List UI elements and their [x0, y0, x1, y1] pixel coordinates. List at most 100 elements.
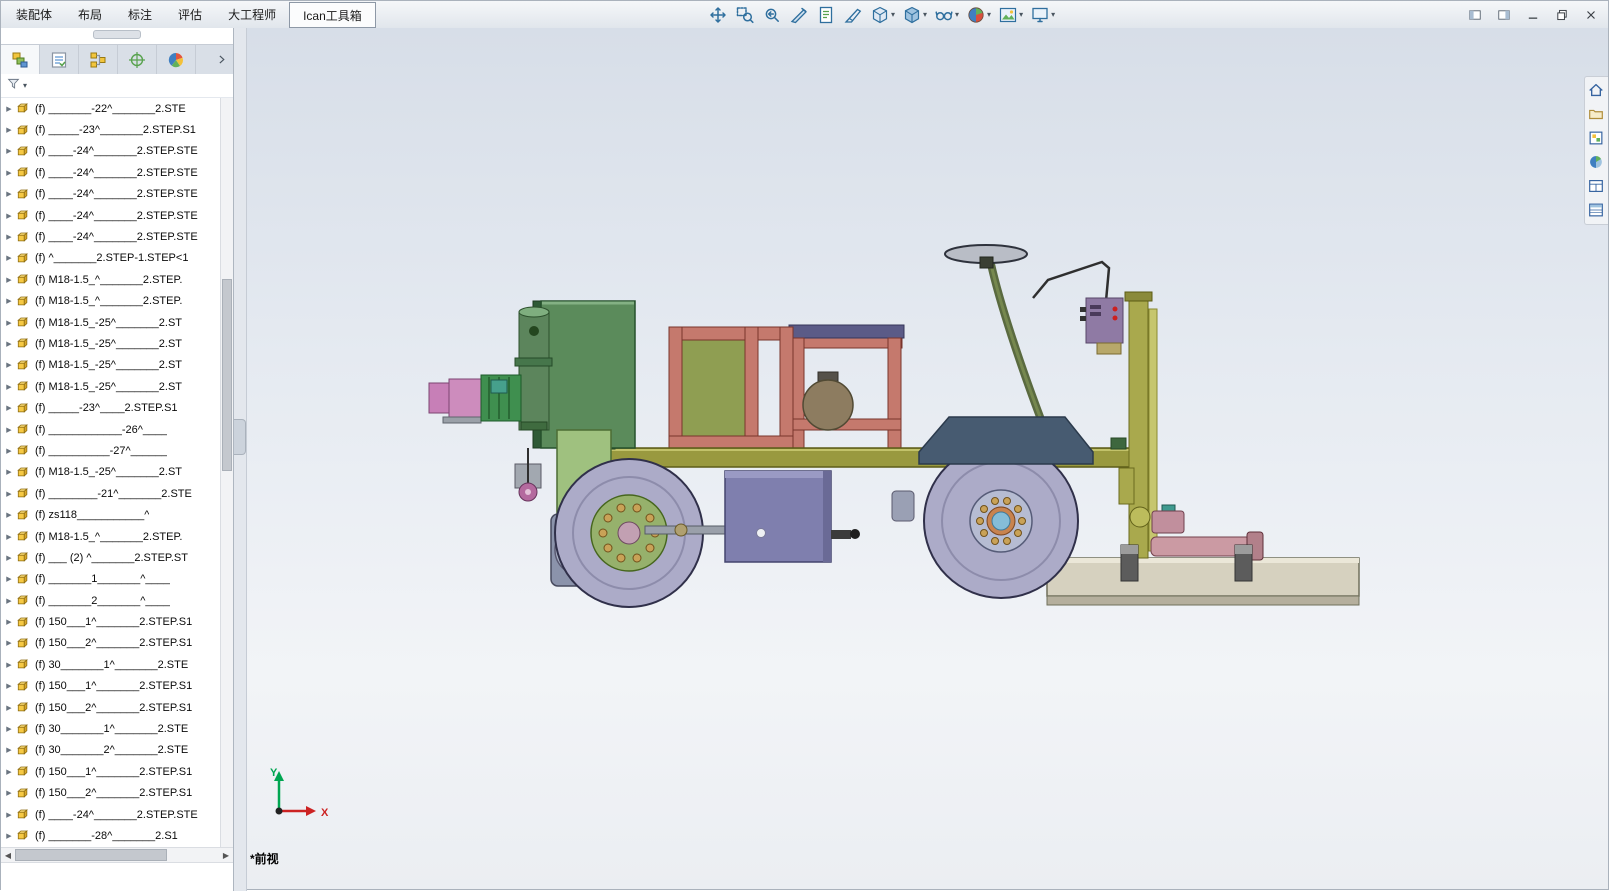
view-palette-icon[interactable]: [1587, 177, 1606, 196]
expand-chevron-icon[interactable]: ▶: [2, 190, 16, 198]
menu-tab-3[interactable]: 标注: [115, 1, 165, 28]
restore-button[interactable]: [1553, 6, 1571, 24]
model-purple-box[interactable]: [724, 470, 860, 563]
custom-properties-icon[interactable]: [1587, 201, 1606, 220]
menu-tab-4[interactable]: 评估: [165, 1, 215, 28]
display-style-icon[interactable]: ▾: [901, 4, 928, 26]
close-button[interactable]: [1582, 6, 1600, 24]
expand-chevron-icon[interactable]: ▶: [2, 768, 16, 776]
tree-vertical-scrollbar[interactable]: [220, 98, 233, 849]
tree-item[interactable]: ▶ (f) M18-1.5_-25^_______2.ST: [2, 376, 220, 397]
panel-tab-propertymanager[interactable]: [40, 45, 79, 74]
tree-item[interactable]: ▶ (f) M18-1.5_^_______2.STEP.: [2, 291, 220, 312]
expand-chevron-icon[interactable]: ▶: [2, 276, 16, 284]
scroll-left-arrow[interactable]: ◀: [1, 851, 15, 860]
menu-tab-1[interactable]: 装配体: [3, 1, 65, 28]
model-screed-board[interactable]: [1046, 557, 1360, 606]
assembly-model[interactable]: Y X: [247, 28, 1608, 889]
expand-chevron-icon[interactable]: ▶: [2, 426, 16, 434]
tree-item[interactable]: ▶ (f) ____-24^_______2.STEP.STE: [2, 141, 220, 162]
panel-expand-icon[interactable]: [209, 45, 233, 74]
dropdown-caret-icon[interactable]: ▾: [987, 10, 991, 19]
model-fender[interactable]: [918, 416, 1094, 465]
tree-item[interactable]: ▶ (f) M18-1.5_^_______2.STEP.: [2, 526, 220, 547]
section-view-icon[interactable]: [788, 4, 810, 26]
dropdown-caret-icon[interactable]: ▾: [1051, 10, 1055, 19]
tree-item[interactable]: ▶ (f) ____-24^_______2.STEP.STE: [2, 184, 220, 205]
hide-show-items-icon[interactable]: ▾: [933, 4, 960, 26]
model-gear-unit[interactable]: [480, 374, 522, 422]
panel-tab-dimxpertmanager[interactable]: [118, 45, 157, 74]
expand-chevron-icon[interactable]: ▶: [2, 212, 16, 220]
model-frame-left[interactable]: [668, 326, 794, 450]
tree-item[interactable]: ▶ (f) ___ (2) ^_______2.STEP.ST: [2, 547, 220, 568]
tree-item[interactable]: ▶ (f) 150___1^_______2.STEP.S1: [2, 611, 220, 632]
expand-chevron-icon[interactable]: ▶: [2, 340, 16, 348]
dropdown-caret-icon[interactable]: ▾: [923, 10, 927, 19]
dropdown-caret-icon[interactable]: ▾: [891, 10, 895, 19]
tree-item[interactable]: ▶ (f) ________-21^_______2.STE: [2, 483, 220, 504]
dropdown-caret-icon[interactable]: ▾: [1019, 10, 1023, 19]
expand-chevron-icon[interactable]: ▶: [2, 404, 16, 412]
annotations-icon[interactable]: [815, 4, 837, 26]
expand-chevron-icon[interactable]: ▶: [2, 725, 16, 733]
tree-item[interactable]: ▶ (f) _____-23^____2.STEP.S1: [2, 397, 220, 418]
trim-icon[interactable]: [842, 4, 864, 26]
expand-chevron-icon[interactable]: ▶: [2, 746, 16, 754]
expand-chevron-icon[interactable]: ▶: [2, 319, 16, 327]
expand-chevron-icon[interactable]: ▶: [2, 169, 16, 177]
splitter-handle[interactable]: [234, 419, 246, 455]
expand-chevron-icon[interactable]: ▶: [2, 789, 16, 797]
model-clamp-right[interactable]: [1234, 544, 1253, 582]
tree-item[interactable]: ▶ (f) 30_______1^_______2.STE: [2, 718, 220, 739]
expand-chevron-icon[interactable]: ▶: [2, 105, 16, 113]
graphics-viewport[interactable]: Y X *前视: [247, 28, 1608, 889]
expand-chevron-icon[interactable]: ▶: [2, 447, 16, 455]
model-clamp-left[interactable]: [1120, 544, 1139, 582]
tree-item[interactable]: ▶ (f) ____-24^_______2.STEP.STE: [2, 205, 220, 226]
panel-tab-displaymanager[interactable]: [157, 45, 196, 74]
panel-tab-featuremanager[interactable]: [1, 45, 40, 74]
expand-chevron-icon[interactable]: ▶: [2, 383, 16, 391]
pane-left-button[interactable]: [1466, 6, 1484, 24]
vertical-scroll-thumb[interactable]: [222, 279, 232, 471]
tree-horizontal-scrollbar[interactable]: ◀ ▶: [1, 847, 233, 863]
expand-chevron-icon[interactable]: ▶: [2, 575, 16, 583]
model-frame-right[interactable]: [788, 324, 905, 450]
dropdown-caret-icon[interactable]: ▾: [955, 10, 959, 19]
menu-tab-2[interactable]: 布局: [65, 1, 115, 28]
tree-item[interactable]: ▶ (f) 150___1^_______2.STEP.S1: [2, 676, 220, 697]
tree-item[interactable]: ▶ (f) ^_______2.STEP-1.STEP<1: [2, 248, 220, 269]
tree-item[interactable]: ▶ (f) _______2_______^____: [2, 590, 220, 611]
panel-splitter[interactable]: [234, 28, 247, 891]
expand-chevron-icon[interactable]: ▶: [2, 233, 16, 241]
tree-item[interactable]: ▶ (f) _______-28^_______2.S1: [2, 825, 220, 846]
expand-chevron-icon[interactable]: ▶: [2, 811, 16, 819]
expand-chevron-icon[interactable]: ▶: [2, 490, 16, 498]
expand-chevron-icon[interactable]: ▶: [2, 597, 16, 605]
tree-item[interactable]: ▶ (f) M18-1.5_-25^_______2.ST: [2, 312, 220, 333]
apply-scene-icon[interactable]: ▾: [997, 4, 1024, 26]
expand-chevron-icon[interactable]: ▶: [2, 554, 16, 562]
zoom-to-fit-icon[interactable]: [707, 4, 729, 26]
expand-chevron-icon[interactable]: ▶: [2, 533, 16, 541]
tree-item[interactable]: ▶ (f) 150___1^_______2.STEP.S1: [2, 761, 220, 782]
tree-item[interactable]: ▶ (f) 150___2^_______2.STEP.S1: [2, 633, 220, 654]
tree-item[interactable]: ▶ (f) __________-27^______: [2, 440, 220, 461]
view-orientation-icon[interactable]: ▾: [869, 4, 896, 26]
edit-appearance-icon[interactable]: ▾: [965, 4, 992, 26]
tree-item[interactable]: ▶ (f) M18-1.5_-25^_______2.ST: [2, 333, 220, 354]
tree-item[interactable]: ▶ (f) 150___2^_______2.STEP.S1: [2, 783, 220, 804]
tree-item[interactable]: ▶ (f) ____-24^_______2.STEP.STE: [2, 162, 220, 183]
model-rear-cylinder[interactable]: [891, 490, 915, 522]
model-pulley[interactable]: [514, 448, 542, 502]
expand-chevron-icon[interactable]: ▶: [2, 639, 16, 647]
previous-view-icon[interactable]: [761, 4, 783, 26]
expand-chevron-icon[interactable]: ▶: [2, 361, 16, 369]
expand-chevron-icon[interactable]: ▶: [2, 254, 16, 262]
tree-item[interactable]: ▶ (f) M18-1.5_-25^_______2.ST: [2, 462, 220, 483]
filter-icon[interactable]: [6, 76, 21, 96]
expand-chevron-icon[interactable]: ▶: [2, 511, 16, 519]
tree-item[interactable]: ▶ (f) M18-1.5_^_______2.STEP.: [2, 269, 220, 290]
tree-item[interactable]: ▶ (f) ____-24^_______2.STEP.STE: [2, 804, 220, 825]
